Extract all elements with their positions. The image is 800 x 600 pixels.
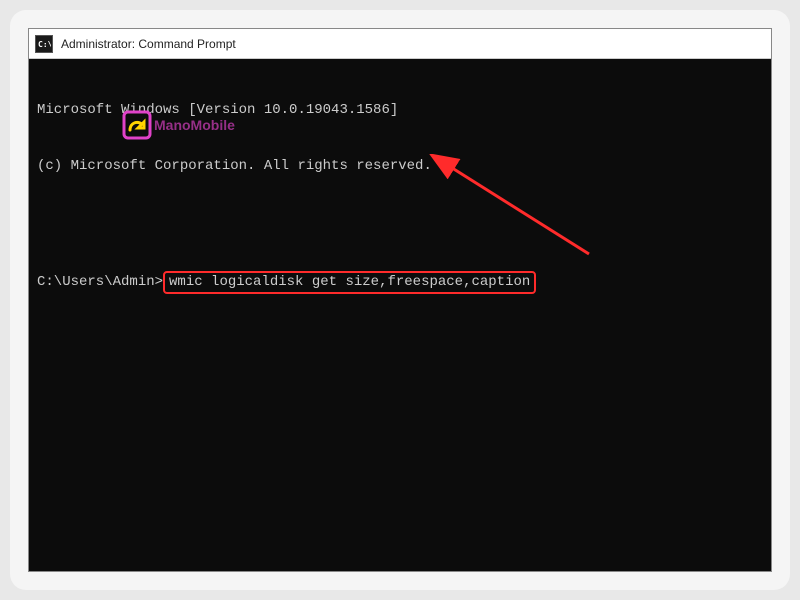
command-highlight-box: wmic logicaldisk get size,freespace,capt… bbox=[163, 271, 536, 294]
command-text: wmic logicaldisk get size,freespace,capt… bbox=[169, 274, 530, 290]
window-title: Administrator: Command Prompt bbox=[61, 37, 236, 51]
titlebar[interactable]: C:\ Administrator: Command Prompt bbox=[29, 29, 771, 59]
prompt-line: C:\Users\Admin> wmic logicaldisk get size… bbox=[37, 271, 763, 294]
cmd-icon: C:\ bbox=[35, 35, 53, 53]
svg-text:C:\: C:\ bbox=[38, 40, 51, 49]
command-prompt-window: C:\ Administrator: Command Prompt Micros… bbox=[28, 28, 772, 572]
screenshot-frame: C:\ Administrator: Command Prompt Micros… bbox=[10, 10, 790, 590]
version-line: Microsoft Windows [Version 10.0.19043.15… bbox=[37, 101, 763, 120]
terminal-output[interactable]: Microsoft Windows [Version 10.0.19043.15… bbox=[29, 59, 771, 571]
copyright-line: (c) Microsoft Corporation. All rights re… bbox=[37, 157, 763, 176]
blank-line bbox=[37, 214, 763, 233]
prompt-text: C:\Users\Admin> bbox=[37, 273, 163, 292]
